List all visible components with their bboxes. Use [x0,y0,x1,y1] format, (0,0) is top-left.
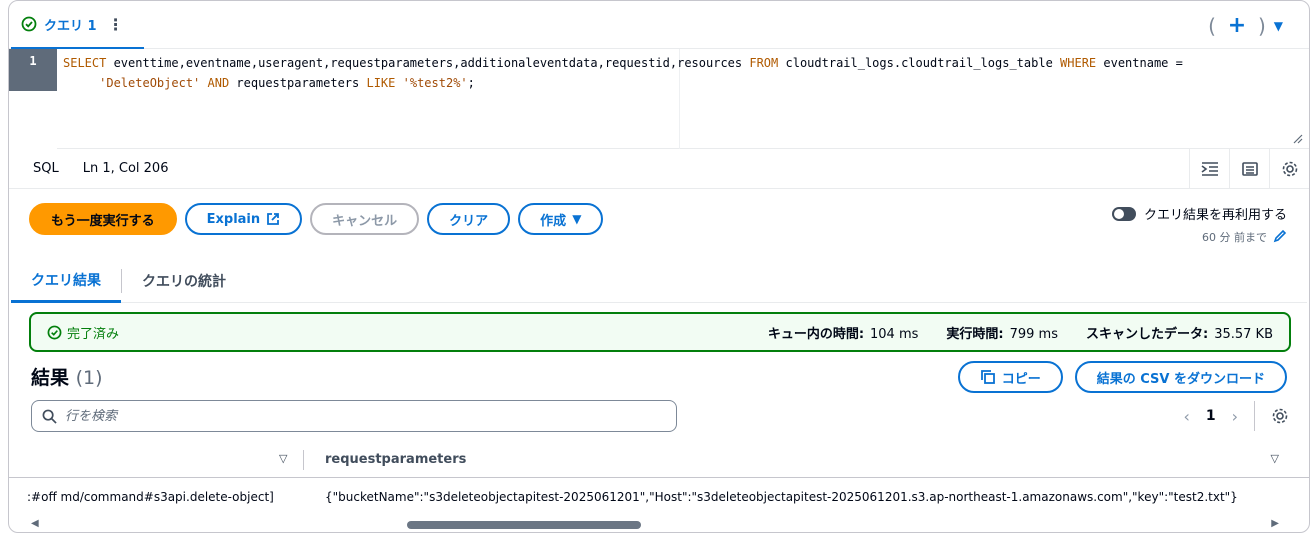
query-tab-1[interactable]: クエリ 1 ⋮ [11,1,144,49]
add-tab-icon[interactable]: + [1222,13,1252,38]
editor-status-bar: SQL Ln 1, Col 206 [9,149,1309,189]
results-title: 結果 [31,367,70,389]
run-time-label: 実行時間: [946,326,1004,342]
run-again-button[interactable]: もう一度実行する [29,203,177,235]
gutter-empty [9,91,57,149]
copy-button[interactable]: コピー [957,361,1063,393]
check-circle-icon [47,325,62,339]
query-action-buttons: もう一度実行する Explain キャンセル クリア 作成 ▼ [29,203,604,235]
reuse-results-label: クエリ結果を再利用する [1143,208,1287,223]
column-resizer[interactable] [303,450,304,470]
data-scanned-label: スキャンしたデータ: [1086,326,1209,342]
reuse-age: 60 分 前まで [1202,231,1267,244]
create-button[interactable]: 作成 ▼ [518,203,604,235]
create-label: 作成 [540,213,567,229]
tab-actions-open-paren: ( [1208,13,1216,38]
queue-time-label: キュー内の時間: [767,326,865,342]
resize-handle-icon[interactable] [1291,132,1303,144]
reuse-results-toggle[interactable] [1111,206,1136,221]
tab-menu-icon[interactable]: ⋮ [108,15,124,34]
external-link-icon [267,213,280,225]
results-count: (1) [75,367,103,389]
line-number: 1 [9,49,57,91]
check-circle-icon [21,16,37,32]
pagination: ‹ 1 › [1183,401,1289,431]
download-csv-button[interactable]: 結果の CSV をダウンロード [1074,361,1287,393]
sql-editor[interactable]: 1 SELECT eventtime,eventname,useragent,r… [9,49,1309,149]
results-heading: 結果 (1) [31,363,103,390]
data-scanned: スキャンしたデータ: 35.57 KB [1086,323,1273,342]
sql-text: eventname = [1096,56,1183,70]
editor-tools [1189,149,1309,189]
keyboard-shortcuts-icon[interactable] [1229,149,1269,189]
results-tabs: クエリ結果 クエリの統計 [11,259,1307,303]
table-cell: :#off md/command#s3api.delete-object] [27,490,274,504]
query-editor-panel: クエリ 1 ⋮ ( + ) ▼ 1 SELECT eventtime,event… [8,0,1310,533]
table-settings-icon[interactable] [1271,407,1289,425]
sql-string: 'DeleteObject' [99,76,201,90]
table-cell: {"bucketName":"s3deleteobjectapitest-202… [325,490,1238,504]
editor-settings-icon[interactable] [1269,149,1309,189]
scroll-left-icon[interactable]: ◀ [31,518,39,529]
sql-code[interactable]: SELECT eventtime,eventname,useragent,req… [63,53,1283,93]
explain-label: Explain [206,211,261,227]
search-icon [42,409,57,424]
column-header-requestparameters[interactable]: requestparameters [325,452,466,467]
tab-actions-close-paren: ) [1257,13,1266,38]
editor-language: SQL [33,161,59,176]
query-status-banner: 完了済み キュー内の時間: 104 ms 実行時間: 799 ms スキャンしたデー… [29,312,1291,352]
tab-actions: ( + ) ▼ [1208,13,1283,38]
query-tab-bar: クエリ 1 ⋮ ( + ) ▼ [9,1,1309,49]
run-time: 実行時間: 799 ms [946,323,1058,342]
pager-divider [1254,401,1255,431]
edit-icon[interactable] [1273,229,1287,243]
row-search-input[interactable] [65,408,625,424]
sql-keyword: WHERE [1060,56,1097,70]
results-actions: コピー 結果の CSV をダウンロード [957,361,1287,393]
sql-text: ; [467,76,475,90]
sql-text: cloudtrail_logs.cloudtrail_logs_table [778,56,1061,70]
scrollbar-thumb[interactable] [407,521,641,529]
queue-time: キュー内の時間: 104 ms [768,323,919,342]
sql-keyword: FROM [749,56,779,70]
sql-keyword: SELECT [63,56,107,70]
status-text: 完了済み [67,326,120,342]
tab-query-results[interactable]: クエリ結果 [11,259,121,303]
sort-icon[interactable]: ▽ [1271,452,1279,465]
run-time-value: 799 ms [1009,326,1058,342]
sql-string: '%test2%' [402,76,468,90]
reuse-results: クエリ結果を再利用する 60 分 前まで [1111,204,1287,245]
prev-page-icon[interactable]: ‹ [1183,407,1189,426]
horizontal-scrollbar[interactable]: ◀ ▶ [9,518,1309,532]
tab-dropdown-icon[interactable]: ▼ [1274,19,1283,33]
current-page[interactable]: 1 [1206,408,1216,424]
caret-down-icon: ▼ [572,212,582,226]
next-page-icon[interactable]: › [1232,407,1238,426]
sql-keyword: AND [207,76,230,90]
scroll-right-icon[interactable]: ▶ [1271,518,1279,529]
sql-text: requestparameters [229,76,367,90]
query-stats: キュー内の時間: 104 ms 実行時間: 799 ms スキャンしたデータ: 35.… [768,323,1273,342]
sql-text: eventtime,eventname,useragent,requestpar… [106,56,750,70]
table-header: ▽ requestparameters ▽ [9,442,1309,478]
queue-time-value: 104 ms [870,326,919,342]
sql-indent [63,76,99,90]
copy-label: コピー [1001,371,1041,387]
query-tab-label: クエリ 1 [44,18,97,34]
tab-query-stats[interactable]: クエリの統計 [122,259,246,303]
row-search [31,400,677,432]
copy-icon [980,370,995,384]
sql-keyword: LIKE [366,76,396,90]
cancel-button[interactable]: キャンセル [310,203,420,235]
format-query-icon[interactable] [1189,149,1229,189]
clear-button[interactable]: クリア [427,203,511,235]
table-row: :#off md/command#s3api.delete-object] {"… [9,478,1309,518]
data-scanned-value: 35.57 KB [1214,326,1273,342]
cursor-position: Ln 1, Col 206 [82,161,169,176]
explain-button[interactable]: Explain [184,203,303,235]
sort-icon[interactable]: ▽ [279,452,287,465]
status-completed: 完了済み [47,323,119,342]
